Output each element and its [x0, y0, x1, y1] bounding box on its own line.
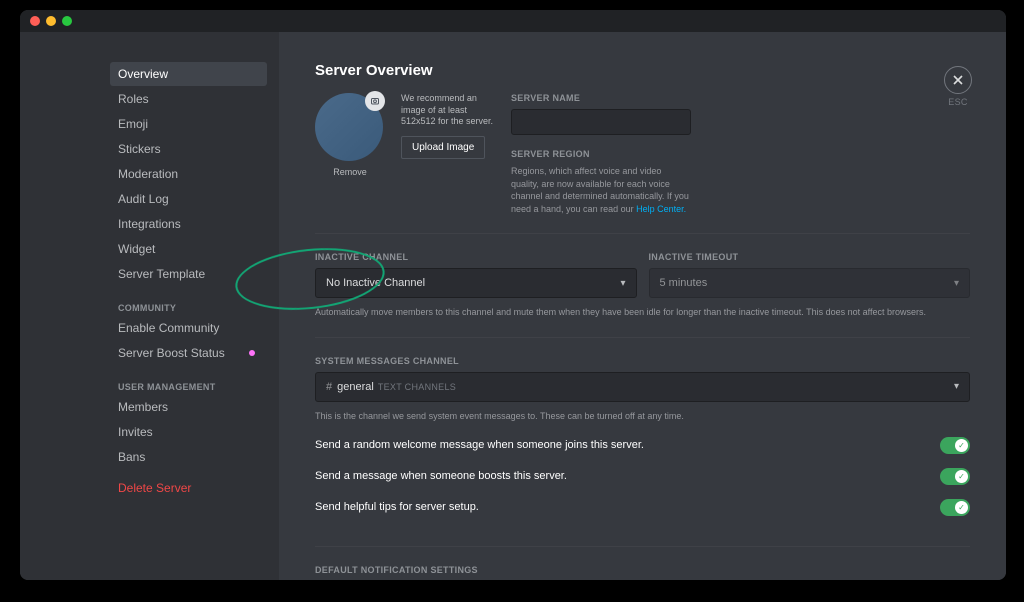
divider	[315, 546, 970, 547]
settings-sidebar: Overview Roles Emoji Stickers Moderation…	[20, 32, 279, 580]
close-icon	[952, 74, 964, 86]
sidebar-item-label: Server Boost Status	[118, 346, 225, 360]
sidebar-item-integrations[interactable]: Integrations	[110, 212, 267, 236]
tips-toggle[interactable]: ✓	[940, 499, 970, 516]
sidebar-item-moderation[interactable]: Moderation	[110, 162, 267, 186]
sidebar-item-server-template[interactable]: Server Template	[110, 262, 267, 286]
sidebar-item-widget[interactable]: Widget	[110, 237, 267, 261]
close-area: ESC	[944, 66, 972, 107]
inactive-channel-label: INACTIVE CHANNEL	[315, 252, 637, 262]
sidebar-item-enable-community[interactable]: Enable Community	[110, 316, 267, 340]
sidebar-item-overview[interactable]: Overview	[110, 62, 267, 86]
sidebar-header-community: COMMUNITY	[110, 297, 267, 316]
close-window-dot[interactable]	[30, 16, 40, 26]
upload-image-button[interactable]: Upload Image	[401, 136, 485, 159]
main-content: ESC Server Overview Remove We recommend …	[279, 32, 1006, 580]
minimize-window-dot[interactable]	[46, 16, 56, 26]
divider	[315, 233, 970, 234]
sidebar-item-stickers[interactable]: Stickers	[110, 137, 267, 161]
tips-toggle-label: Send helpful tips for server setup.	[315, 501, 479, 513]
sidebar-item-bans[interactable]: Bans	[110, 445, 267, 469]
welcome-message-toggle[interactable]: ✓	[940, 437, 970, 454]
inactive-channel-select[interactable]: No Inactive Channel ▾	[315, 268, 637, 298]
notification-settings-label: DEFAULT NOTIFICATION SETTINGS	[315, 565, 970, 575]
chevron-down-icon: ▾	[954, 381, 959, 392]
server-region-desc: Regions, which affect voice and video qu…	[511, 165, 691, 215]
system-channel-select[interactable]: # general TEXT CHANNELS ▾	[315, 372, 970, 402]
sidebar-item-emoji[interactable]: Emoji	[110, 112, 267, 136]
check-icon: ✓	[955, 470, 968, 483]
window-titlebar	[20, 10, 1006, 32]
boost-message-toggle-label: Send a message when someone boosts this …	[315, 470, 567, 482]
check-icon: ✓	[955, 501, 968, 514]
boost-indicator-icon	[249, 350, 255, 356]
server-name-input[interactable]	[511, 109, 691, 135]
inactive-help-text: Automatically move members to this chann…	[315, 306, 970, 319]
chevron-down-icon: ▾	[954, 278, 959, 289]
sidebar-item-invites[interactable]: Invites	[110, 420, 267, 444]
sidebar-item-server-boost[interactable]: Server Boost Status	[110, 341, 267, 365]
boost-message-toggle[interactable]: ✓	[940, 468, 970, 485]
page-title: Server Overview	[315, 62, 970, 79]
remove-avatar-link[interactable]: Remove	[315, 167, 385, 177]
divider	[315, 337, 970, 338]
sidebar-item-members[interactable]: Members	[110, 395, 267, 419]
hash-icon: #	[326, 381, 332, 393]
server-name-label: SERVER NAME	[511, 93, 691, 103]
close-label: ESC	[944, 97, 972, 107]
sidebar-item-audit-log[interactable]: Audit Log	[110, 187, 267, 211]
server-avatar[interactable]	[315, 93, 383, 161]
inactive-timeout-label: INACTIVE TIMEOUT	[649, 252, 971, 262]
server-region-label: SERVER REGION	[511, 149, 691, 159]
inactive-timeout-select[interactable]: 5 minutes ▾	[649, 268, 971, 298]
sidebar-item-roles[interactable]: Roles	[110, 87, 267, 111]
avatar-recommend-text: We recommend an image of at least 512x51…	[401, 93, 495, 128]
welcome-message-toggle-label: Send a random welcome message when someo…	[315, 439, 644, 451]
chevron-down-icon: ▾	[620, 278, 625, 289]
sidebar-header-user-management: USER MANAGEMENT	[110, 376, 267, 395]
check-icon: ✓	[955, 439, 968, 452]
system-messages-label: SYSTEM MESSAGES CHANNEL	[315, 356, 970, 366]
close-button[interactable]	[944, 66, 972, 94]
sidebar-item-delete-server[interactable]: Delete Server	[110, 476, 267, 500]
system-help-text: This is the channel we send system event…	[315, 410, 970, 423]
help-center-link[interactable]: Help Center.	[636, 204, 686, 214]
upload-badge-icon	[365, 91, 385, 111]
maximize-window-dot[interactable]	[62, 16, 72, 26]
